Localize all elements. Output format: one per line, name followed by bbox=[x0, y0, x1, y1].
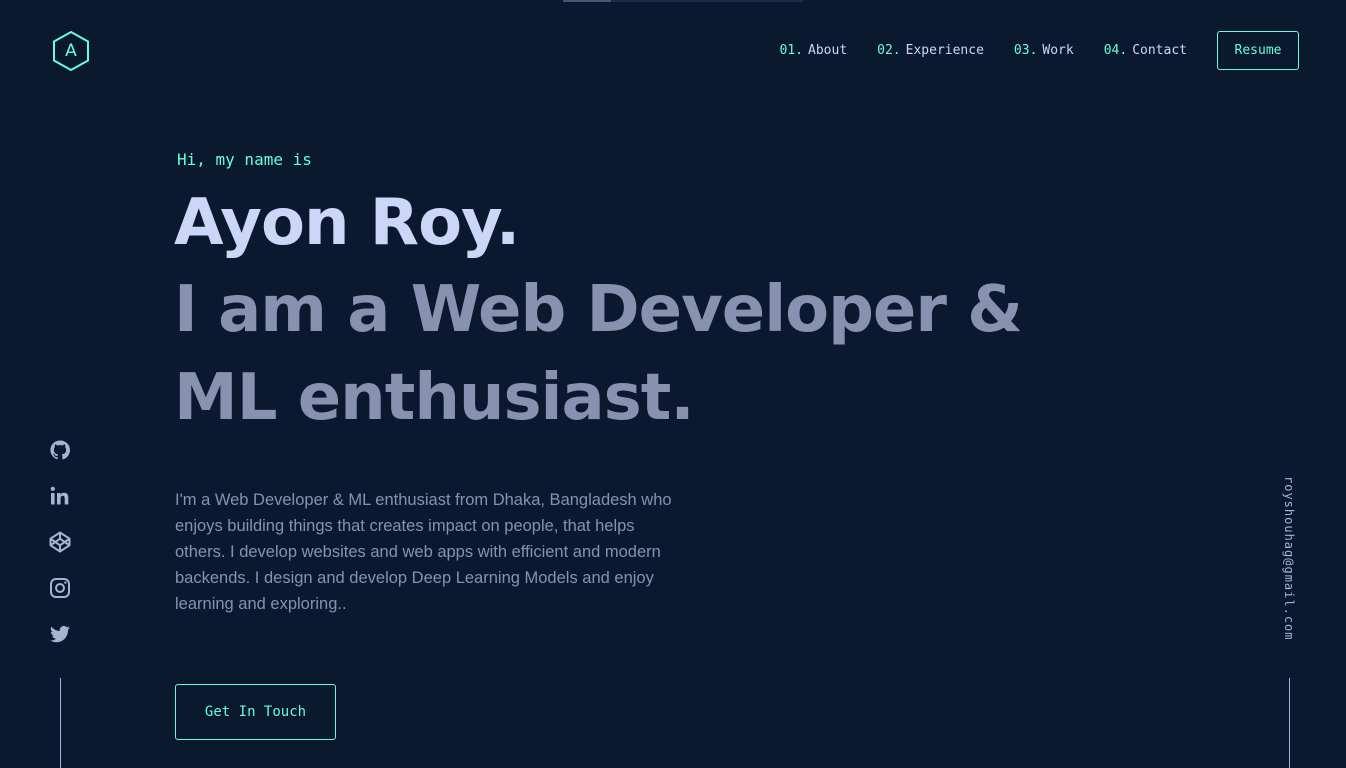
nav-item-label: Contact bbox=[1132, 43, 1187, 58]
nav-item-label: Experience bbox=[905, 43, 984, 58]
get-in-touch-button[interactable]: Get In Touch bbox=[175, 684, 336, 740]
nav-item-work[interactable]: 03. Work bbox=[1014, 43, 1074, 58]
email-text: royshouhag@gmail.com bbox=[1282, 476, 1296, 641]
portfolio-page: A 01. About 02. Experience 03. Work 04. Cont… bbox=[0, 0, 1346, 768]
nav-item-contact[interactable]: 04. Contact bbox=[1104, 43, 1187, 58]
hero-name: Ayon Roy. bbox=[174, 186, 520, 260]
right-divider-line bbox=[1289, 678, 1290, 768]
nav-item-number: 02. bbox=[877, 43, 901, 58]
scroll-progress-bar bbox=[563, 0, 803, 2]
codepen-icon[interactable] bbox=[48, 530, 72, 554]
site-logo[interactable]: A bbox=[52, 30, 90, 72]
nav-item-about[interactable]: 01. About bbox=[780, 43, 848, 58]
hero-tagline: I am a Web Developer & ML enthusiast. bbox=[174, 273, 1023, 435]
nav-item-label: Work bbox=[1042, 43, 1074, 58]
linkedin-icon[interactable] bbox=[48, 484, 72, 508]
nav-item-number: 03. bbox=[1013, 43, 1038, 58]
github-icon[interactable] bbox=[48, 438, 72, 462]
nav-item-number: 01. bbox=[779, 43, 804, 58]
nav-item-experience[interactable]: 02. Experience bbox=[877, 43, 984, 58]
main-nav: 01. About 02. Experience 03. Work 04. Contac… bbox=[780, 31, 1299, 70]
twitter-icon[interactable] bbox=[48, 622, 72, 646]
nav-item-number: 04. bbox=[1103, 43, 1128, 58]
intro-text: Hi, my name is bbox=[177, 150, 312, 169]
logo-letter: A bbox=[65, 41, 77, 61]
nav-item-label: About bbox=[808, 43, 848, 58]
instagram-icon[interactable] bbox=[48, 576, 72, 600]
social-links bbox=[48, 438, 72, 668]
email-link[interactable]: royshouhag@gmail.com bbox=[1276, 476, 1304, 656]
resume-button[interactable]: Resume bbox=[1217, 31, 1299, 70]
hero-bio: I'm a Web Developer & ML enthusiast from… bbox=[175, 491, 672, 613]
left-divider-line bbox=[60, 678, 61, 768]
